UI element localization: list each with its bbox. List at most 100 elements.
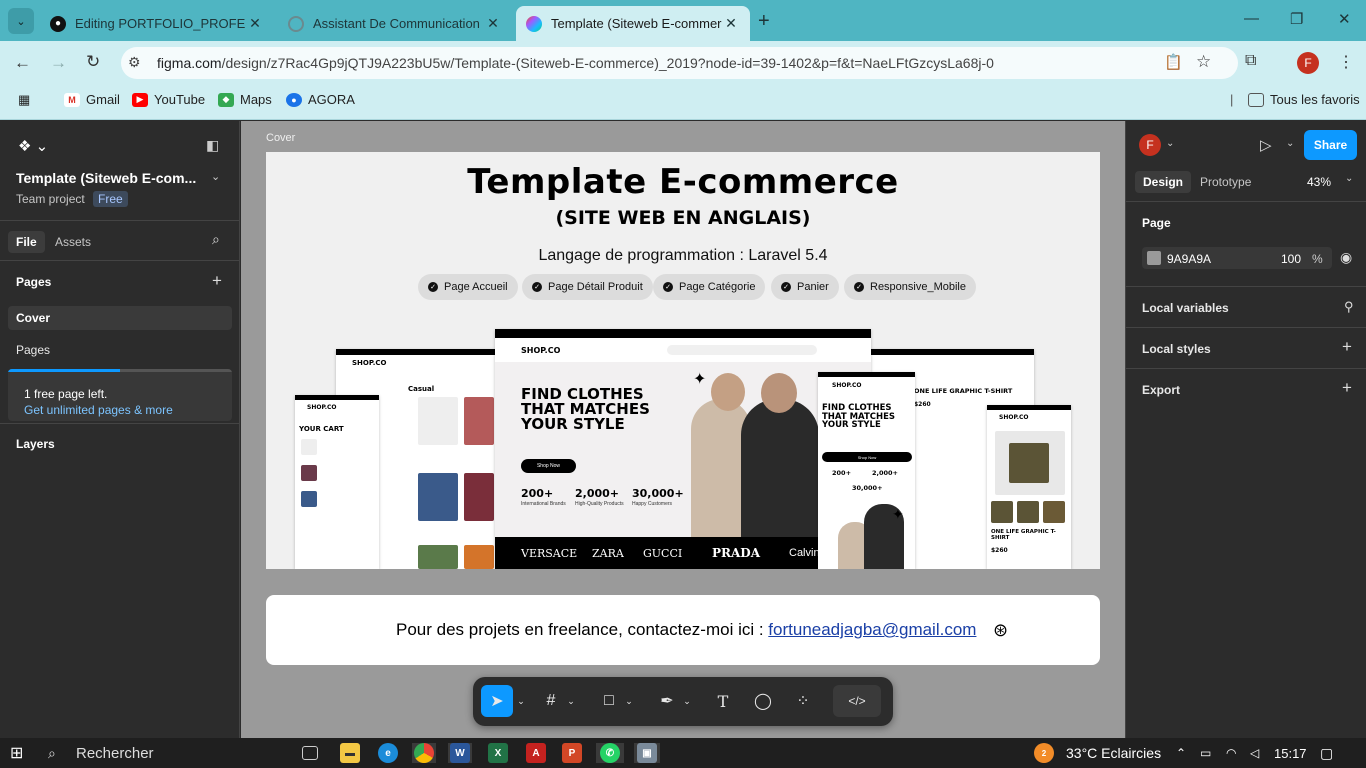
cover-frame[interactable]: Template E-commerce (SITE WEB EN ANGLAIS… xyxy=(266,152,1100,569)
minimize-icon[interactable]: — xyxy=(1244,10,1259,27)
new-tab-button[interactable]: + xyxy=(758,10,770,33)
page-color-swatch[interactable] xyxy=(1147,251,1161,265)
chevron-down-icon[interactable]: ⌄ xyxy=(623,685,635,717)
contact-frame[interactable]: Pour des projets en freelance, contactez… xyxy=(266,595,1100,665)
acrobat-icon[interactable]: A xyxy=(526,743,546,763)
visibility-eye-icon[interactable]: ◉ xyxy=(1340,249,1352,266)
whatsapp-icon[interactable]: ✆ xyxy=(596,743,624,763)
page-color-hex[interactable]: 9A9A9A xyxy=(1167,252,1211,266)
tray-chevron-icon[interactable]: ⌃ xyxy=(1176,743,1186,763)
export-heading[interactable]: Export xyxy=(1142,383,1180,397)
file-explorer-icon[interactable]: ▬ xyxy=(340,743,360,763)
file-name[interactable]: Template (Siteweb E-com... xyxy=(16,170,196,186)
text-tool-icon[interactable]: T xyxy=(709,685,737,717)
volume-icon[interactable]: ◁ xyxy=(1250,743,1259,763)
zoom-level[interactable]: 43% xyxy=(1307,175,1331,189)
weather-text[interactable]: 33°C Eclaircies xyxy=(1066,743,1161,763)
tab-assistant[interactable]: Assistant De Communication Pr ✕ xyxy=(278,6,512,41)
restore-icon[interactable]: ❐ xyxy=(1290,10,1303,28)
move-tool-icon[interactable]: ➤ xyxy=(481,685,513,717)
rectangle-tool-icon[interactable]: □ xyxy=(595,685,623,717)
add-export-icon[interactable]: + xyxy=(1342,378,1352,398)
page-item-cover[interactable]: Cover xyxy=(16,311,50,325)
chrome-icon[interactable] xyxy=(412,743,436,763)
weather-icon[interactable]: 2 xyxy=(1034,743,1054,763)
windows-start-icon[interactable]: ⊞ xyxy=(10,743,23,763)
frame-tool-icon[interactable]: # xyxy=(537,685,565,717)
clipboard-icon[interactable]: 📋 xyxy=(1164,53,1183,71)
tab-assets[interactable]: Assets xyxy=(55,235,91,249)
contact-email-link[interactable]: fortuneadjagba@gmail.com xyxy=(768,620,976,639)
plan-badge[interactable]: Free xyxy=(93,191,128,207)
bookmark-gmail[interactable]: M Gmail xyxy=(64,92,120,107)
battery-icon[interactable]: ▭ xyxy=(1200,743,1211,763)
figma-left-panel: ❖ ⌄ ◧ Template (Siteweb E-com... ⌄ Team … xyxy=(0,121,240,738)
cover-language: Langage de programmation : Laravel 5.4 xyxy=(538,247,828,264)
bookmark-star-icon[interactable]: ☆ xyxy=(1196,52,1211,72)
taskbar-search-icon[interactable]: ⌕ xyxy=(48,743,56,763)
all-bookmarks[interactable]: Tous les favoris xyxy=(1248,92,1360,107)
tab-prototype[interactable]: Prototype xyxy=(1200,175,1251,189)
dev-mode-icon[interactable]: </> xyxy=(833,685,881,717)
file-menu-chevron-icon[interactable]: ⌄ xyxy=(211,170,220,183)
search-icon[interactable]: ⌕ xyxy=(212,231,220,248)
local-styles-heading[interactable]: Local styles xyxy=(1142,342,1211,356)
excel-icon[interactable]: X xyxy=(488,743,508,763)
share-button[interactable]: Share xyxy=(1304,130,1357,160)
tab-github[interactable]: ● Editing PORTFOLIO_PROFESSIO ✕ xyxy=(40,6,274,41)
actions-tool-icon[interactable]: ⁘ xyxy=(789,685,817,717)
apps-grid-icon[interactable]: ▦ xyxy=(18,92,30,108)
bookmark-youtube[interactable]: ▶ YouTube xyxy=(132,92,205,107)
figma-menu-icon[interactable]: ❖ ⌄ xyxy=(18,137,48,155)
url-text[interactable]: figma.com/design/z7Rac4Gp9jQTJ9A223bU5w/… xyxy=(157,55,994,71)
extensions-icon[interactable]: ⧉ xyxy=(1245,52,1256,70)
close-tab-icon[interactable]: ✕ xyxy=(484,15,502,32)
forward-arrow-icon[interactable]: → xyxy=(50,53,67,73)
tab-design[interactable]: Design xyxy=(1135,171,1192,193)
bookmark-agora[interactable]: ● AGORA xyxy=(286,92,355,107)
local-variables-heading[interactable]: Local variables xyxy=(1142,301,1229,315)
variables-icon[interactable]: ⚲ xyxy=(1344,299,1354,315)
task-view-icon[interactable] xyxy=(302,743,318,763)
word-icon[interactable]: W xyxy=(448,743,472,763)
taskbar-clock[interactable]: 15:17 xyxy=(1274,743,1307,763)
site-settings-icon[interactable]: ⚙ xyxy=(128,54,141,71)
figma-canvas[interactable]: Cover Template E-commerce (SITE WEB EN A… xyxy=(241,121,1125,738)
chevron-down-icon[interactable]: ⌄ xyxy=(565,685,577,717)
notifications-icon[interactable]: ▢ xyxy=(1320,743,1333,763)
chevron-down-icon[interactable]: ⌄ xyxy=(515,685,527,717)
frame-label-cover[interactable]: Cover xyxy=(266,132,295,144)
window-close-icon[interactable]: ✕ xyxy=(1338,10,1351,28)
chevron-down-icon[interactable]: ⌄ xyxy=(1345,173,1353,184)
mockup-cart-mobile: SHOP.CO YOUR CART xyxy=(295,395,379,569)
upgrade-link[interactable]: Get unlimited pages & more xyxy=(24,403,173,417)
page-item-pages[interactable]: Pages xyxy=(16,343,50,357)
add-page-icon[interactable]: + xyxy=(212,271,222,291)
chevron-down-icon[interactable]: ⌄ xyxy=(681,685,693,717)
tab-figma-active[interactable]: Template (Siteweb E-commerce ✕ xyxy=(516,6,750,41)
comment-tool-icon[interactable]: ◯ xyxy=(749,685,777,717)
profile-avatar[interactable]: F xyxy=(1297,52,1319,74)
wifi-icon[interactable]: ◠ xyxy=(1226,743,1236,763)
powerpoint-icon[interactable]: P xyxy=(562,743,582,763)
photos-icon[interactable]: ▣ xyxy=(634,743,660,763)
taskbar-search[interactable]: Rechercher xyxy=(76,743,154,763)
tab-file[interactable]: File xyxy=(8,231,45,253)
tab-search-button[interactable]: ⌄ xyxy=(8,8,34,34)
browser-menu-icon[interactable]: ⋮ xyxy=(1338,52,1354,72)
close-tab-icon[interactable]: ✕ xyxy=(246,15,264,32)
close-tab-icon[interactable]: ✕ xyxy=(722,15,740,32)
user-avatar[interactable]: F xyxy=(1139,134,1161,156)
present-icon[interactable]: ▷ xyxy=(1260,136,1272,154)
sidebar-toggle-icon[interactable]: ◧ xyxy=(206,137,219,154)
chevron-down-icon[interactable]: ⌄ xyxy=(1166,138,1174,149)
edge-icon[interactable]: e xyxy=(378,743,398,763)
back-arrow-icon[interactable]: ← xyxy=(14,53,31,73)
add-style-icon[interactable]: + xyxy=(1342,337,1352,357)
bookmark-maps[interactable]: ◆ Maps xyxy=(218,92,272,107)
page-opacity[interactable]: 100 xyxy=(1281,252,1301,266)
pen-tool-icon[interactable]: ✒ xyxy=(653,685,681,717)
chevron-down-icon[interactable]: ⌄ xyxy=(1286,138,1294,149)
reload-icon[interactable]: ↻ xyxy=(86,52,100,72)
dribbble-icon[interactable]: ⊛ xyxy=(993,620,1008,641)
